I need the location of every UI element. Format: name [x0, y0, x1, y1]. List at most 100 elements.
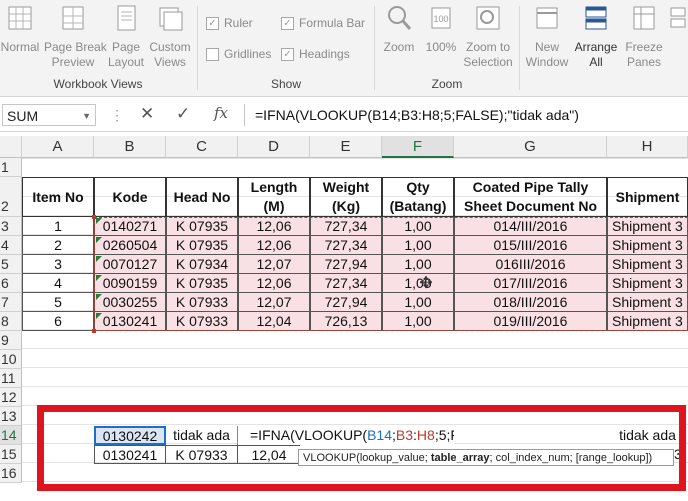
header-qty[interactable]: Qty (Batang) [382, 177, 454, 217]
cell-head-no[interactable]: K 07935 [166, 274, 238, 293]
cell-length[interactable]: 12,06 [238, 274, 310, 293]
column-header-d[interactable]: D [238, 136, 310, 158]
row-header-12[interactable]: 12 [0, 388, 22, 407]
enter-entry-button[interactable]: ✓ [176, 104, 190, 124]
cell-head-no[interactable]: K 07935 [166, 217, 238, 236]
cell-qty[interactable]: 1,00 [382, 312, 454, 331]
cell-length[interactable]: 12,07 [238, 255, 310, 274]
column-header-g[interactable]: G [454, 136, 607, 158]
cell-tally[interactable]: 014/III/2016 [454, 217, 607, 236]
cell-kode[interactable]: 0070127 [94, 255, 166, 274]
column-header-b[interactable]: B [94, 136, 166, 158]
row-header-8[interactable]: 8 [0, 312, 22, 331]
cell-tally[interactable]: 015/III/2016 [454, 236, 607, 255]
select-all-corner[interactable] [0, 136, 22, 158]
page-break-preview-button[interactable]: Page Break Preview [44, 4, 107, 70]
cell-qty[interactable]: 1,00 [382, 236, 454, 255]
formula-input[interactable]: =IFNA(VLOOKUP(B14;B3:H8;5;FALSE);"tidak … [244, 104, 688, 126]
header-tally-sheet[interactable]: Coated Pipe Tally Sheet Document No [454, 177, 607, 217]
cell-shipment[interactable]: Shipment 3 [607, 236, 688, 255]
row-header-11[interactable]: 11 [0, 369, 22, 388]
cell-head-no[interactable]: K 07934 [166, 255, 238, 274]
split-button[interactable] [668, 4, 688, 40]
range-handle[interactable] [92, 329, 96, 333]
header-shipment[interactable]: Shipment [607, 177, 688, 217]
cell-tally[interactable]: 016III/2016 [454, 255, 607, 274]
cell-length[interactable]: 12,07 [238, 293, 310, 312]
error-indicator-icon[interactable] [96, 256, 102, 262]
name-box[interactable]: SUM ▼ [2, 104, 96, 126]
row-header-3[interactable]: 3 [0, 217, 22, 236]
cell-shipment[interactable]: Shipment 3 [607, 217, 688, 236]
header-head-no[interactable]: Head No [166, 177, 238, 217]
header-item-no[interactable]: Item No [22, 177, 94, 217]
gridlines-checkbox[interactable]: Gridlines [206, 47, 271, 61]
formula-bar-checkbox[interactable]: ✓ Formula Bar [281, 16, 365, 30]
header-kode[interactable]: Kode [94, 177, 166, 217]
cell-kode[interactable]: 0260504 [94, 236, 166, 255]
insert-function-button[interactable]: fx [214, 104, 228, 122]
row-header-14[interactable]: 14 [0, 426, 22, 445]
row-header-9[interactable]: 9 [0, 331, 22, 350]
cell-item-no[interactable]: 1 [22, 217, 94, 236]
error-indicator-icon[interactable] [96, 294, 102, 300]
cell-shipment[interactable]: Shipment 3 [607, 274, 688, 293]
column-header-h[interactable]: H [607, 136, 688, 158]
cell-qty[interactable]: 1,00 [382, 293, 454, 312]
row-header-1[interactable]: 1 [0, 158, 22, 177]
freeze-panes-button[interactable]: Freeze Panes [622, 4, 666, 70]
cell-length[interactable]: 12,06 [238, 217, 310, 236]
cell-shipment[interactable]: Shipment 3 [607, 255, 688, 274]
row-header-4[interactable]: 4 [0, 236, 22, 255]
cell-shipment[interactable]: Shipment 3 [607, 312, 688, 331]
cell-shipment[interactable]: Shipment 3 [607, 293, 688, 312]
row-header-16[interactable]: 16 [0, 464, 22, 483]
row-header-2[interactable]: 2 [0, 177, 22, 217]
cell-weight[interactable]: 727,34 [310, 274, 382, 293]
cell-qty[interactable]: 1,00 [382, 255, 454, 274]
column-header-a[interactable]: A [22, 136, 94, 158]
error-indicator-icon[interactable] [96, 313, 102, 319]
cell-item-no[interactable]: 5 [22, 293, 94, 312]
cell-item-no[interactable]: 2 [22, 236, 94, 255]
cell-kode[interactable]: 0130241 [94, 312, 166, 331]
cell-weight[interactable]: 726,13 [310, 312, 382, 331]
cell-weight[interactable]: 727,94 [310, 255, 382, 274]
cell-weight[interactable]: 727,34 [310, 236, 382, 255]
cancel-entry-button[interactable]: ✕ [140, 104, 154, 124]
row-header-10[interactable]: 10 [0, 350, 22, 369]
header-weight[interactable]: Weight (Kg) [310, 177, 382, 217]
cell-kode[interactable]: 0090159 [94, 274, 166, 293]
column-header-e[interactable]: E [310, 136, 382, 158]
row-header-15[interactable]: 15 [0, 445, 22, 464]
header-length[interactable]: Length (M) [238, 177, 310, 217]
cell-head-no[interactable]: K 07933 [166, 312, 238, 331]
normal-view-button[interactable]: Normal [0, 4, 40, 55]
new-window-button[interactable]: New Window [524, 4, 570, 70]
column-header-f[interactable]: F [382, 136, 454, 158]
cell-length[interactable]: 12,06 [238, 236, 310, 255]
cell-item-no[interactable]: 4 [22, 274, 94, 293]
zoom-to-selection-button[interactable]: Zoom to Selection [462, 4, 514, 70]
cell-length[interactable]: 12,04 [238, 312, 310, 331]
cell-weight[interactable]: 727,34 [310, 217, 382, 236]
error-indicator-icon[interactable] [96, 275, 102, 281]
page-layout-button[interactable]: Page Layout [106, 4, 146, 70]
row-header-5[interactable]: 5 [0, 255, 22, 274]
arrange-all-button[interactable]: Arrange All [572, 4, 620, 70]
cell-tally[interactable]: 019/III/2016 [454, 312, 607, 331]
ruler-checkbox[interactable]: ✓ Ruler [206, 16, 253, 30]
zoom-button[interactable]: Zoom [378, 4, 420, 55]
column-header-c[interactable]: C [166, 136, 238, 158]
cell-tally[interactable]: 017/III/2016 [454, 274, 607, 293]
cell-kode[interactable]: 0030255 [94, 293, 166, 312]
row-header-6[interactable]: 6 [0, 274, 22, 293]
cell-tally[interactable]: 018/III/2016 [454, 293, 607, 312]
chevron-down-icon[interactable]: ▼ [82, 105, 91, 127]
cell-head-no[interactable]: K 07933 [166, 293, 238, 312]
headings-checkbox[interactable]: ✓ Headings [281, 47, 350, 61]
cell-weight[interactable]: 727,94 [310, 293, 382, 312]
custom-views-button[interactable]: Custom Views [148, 4, 192, 70]
error-indicator-icon[interactable] [96, 237, 102, 243]
cell-qty[interactable]: 1,00 [382, 217, 454, 236]
